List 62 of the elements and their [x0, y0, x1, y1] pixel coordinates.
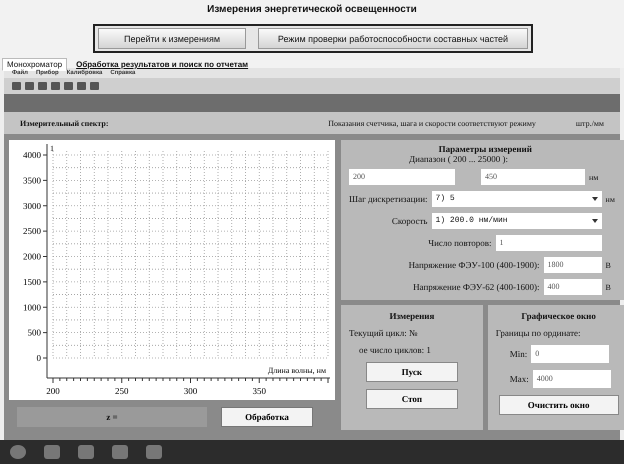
- axis-label: 0: [36, 353, 41, 363]
- axis-label: 3000: [23, 200, 41, 211]
- axis-label: 200: [46, 386, 60, 396]
- axis-label: 2000: [23, 252, 41, 262]
- input-field[interactable]: 4000: [532, 370, 611, 388]
- clear-button[interactable]: Очистить окно: [498, 395, 619, 415]
- field-label: Скорость: [390, 216, 428, 226]
- mode-button[interactable]: Перейти к измерениям: [98, 28, 246, 49]
- field-label: Напряжение ФЭУ-100 (400-1900):: [408, 260, 540, 270]
- caret-icon: [592, 197, 598, 201]
- input-field[interactable]: 1800: [544, 257, 602, 273]
- unit-label: штр./мм: [576, 118, 604, 128]
- cycle-count: ое число циклов: 1: [359, 345, 431, 355]
- taskbar-icon[interactable]: [146, 445, 162, 459]
- bounds-label: Границы по ординате:: [496, 328, 580, 338]
- unit-label: нм: [589, 172, 600, 182]
- mode-button[interactable]: Режим проверки работоспособности составных частей: [258, 28, 528, 49]
- input-field[interactable]: 450: [481, 169, 585, 185]
- field-label: Число повторов:: [427, 238, 492, 248]
- axis-label: 500: [28, 328, 41, 338]
- axis-label: 4000: [23, 150, 41, 160]
- tab[interactable]: Обработка результатов и поиск по отчетам: [71, 58, 254, 71]
- field-label: Max:: [510, 374, 529, 384]
- input-field[interactable]: 1: [496, 235, 602, 251]
- input-field[interactable]: 200: [349, 169, 455, 185]
- dropdown[interactable]: 7) 5: [432, 191, 602, 207]
- field-label: Шаг дискретизации:: [349, 194, 428, 204]
- action-button[interactable]: Стоп: [366, 389, 458, 409]
- axis-label: 300: [184, 386, 198, 396]
- panel-title: Графическое окно: [521, 311, 596, 321]
- panel-title: Параметры измерений: [438, 144, 532, 154]
- unit-label: В: [606, 282, 611, 292]
- axis-label: 350: [252, 386, 266, 396]
- axis-label: 250: [115, 386, 128, 396]
- range-label: Диапазон ( 200 ... 25000 ):: [409, 154, 508, 164]
- cycle-label: Текущий цикл: №: [349, 328, 418, 338]
- start-icon[interactable]: [10, 445, 26, 459]
- axis-label: 2500: [23, 226, 41, 236]
- dropdown[interactable]: 1) 200.0 нм/мин: [432, 213, 602, 229]
- field-label: Напряжение ФЭУ-62 (400-1600):: [412, 282, 540, 292]
- field-label: Min:: [510, 349, 528, 359]
- window-title: Измерения энергетической освещенности: [207, 3, 417, 17]
- status-text: Показания счетчика, шага и скорости соответствуют режиму: [328, 118, 536, 128]
- input-field[interactable]: 400: [544, 279, 602, 295]
- action-button[interactable]: Пуск: [366, 362, 458, 382]
- spectrum-label: Измерительный спектр:: [20, 118, 109, 128]
- y-axis-title: 1: [50, 144, 54, 153]
- input-field[interactable]: 0: [531, 345, 610, 363]
- tab[interactable]: Монохроматор: [2, 58, 68, 71]
- taskbar-icon[interactable]: [112, 445, 128, 459]
- axis-label: 3500: [23, 175, 41, 186]
- taskbar-icon[interactable]: [78, 445, 94, 459]
- x-axis-title: Длина волны, нм: [268, 366, 326, 375]
- axis-label: 1500: [23, 276, 41, 287]
- unit-label: нм: [606, 194, 615, 204]
- unit-label: В: [606, 260, 611, 270]
- taskbar-icon[interactable]: [44, 445, 60, 459]
- panel-title: Измерения: [389, 311, 434, 321]
- result-label: z =: [106, 412, 118, 422]
- caret-icon: [592, 219, 598, 223]
- process-button[interactable]: Обработка: [221, 407, 313, 427]
- axis-label: 1000: [23, 302, 41, 312]
